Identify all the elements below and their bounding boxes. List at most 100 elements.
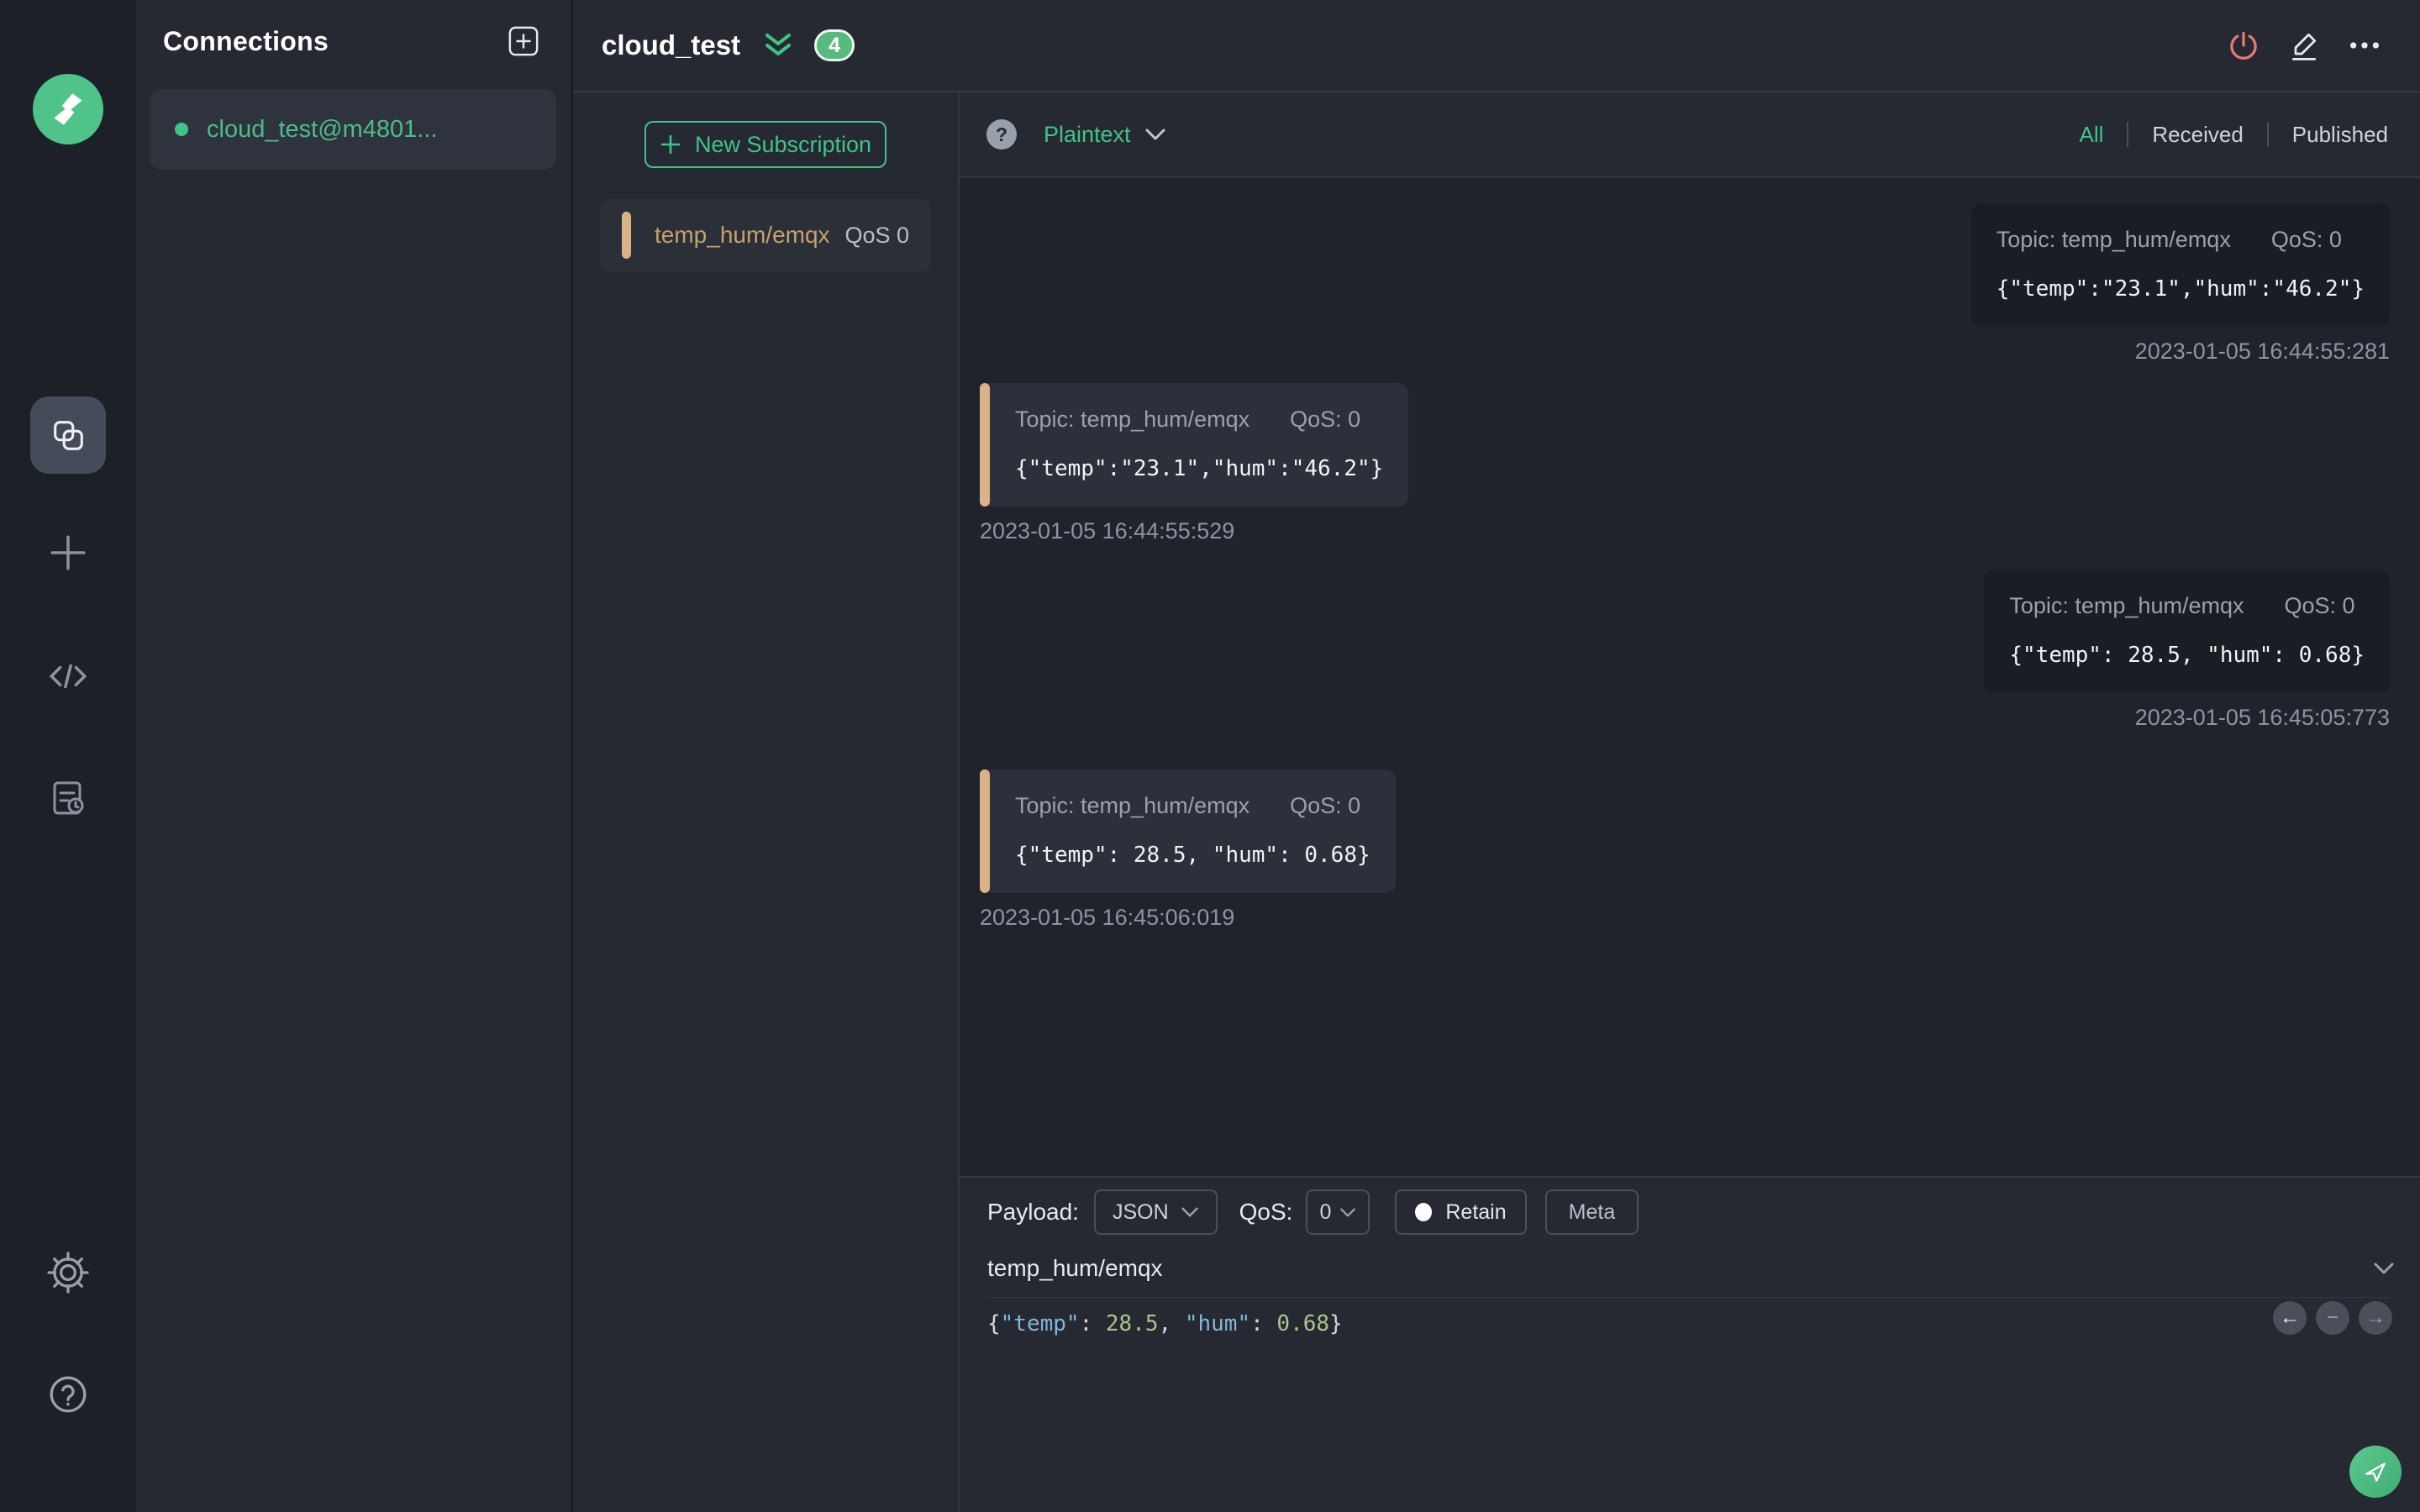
mqttx-logo bbox=[33, 74, 103, 144]
script-code-icon bbox=[47, 655, 89, 697]
subscription-count-badge: 4 bbox=[814, 29, 855, 61]
topic-divider bbox=[987, 1297, 2390, 1298]
filter-published[interactable]: Published bbox=[2269, 122, 2395, 148]
messages-column: ? Plaintext All Received Published Topic… bbox=[960, 92, 2420, 1512]
log-icon bbox=[48, 778, 88, 818]
ellipsis-icon[interactable] bbox=[2346, 27, 2383, 64]
editor-token: "hum" bbox=[1184, 1311, 1251, 1336]
subscription-topic: temp_hum/emqx bbox=[655, 222, 830, 248]
editor-token: : bbox=[1250, 1311, 1277, 1336]
sidebar-item-connections[interactable] bbox=[30, 396, 106, 474]
message-qos: QoS: 0 bbox=[1290, 407, 1361, 432]
editor-token: { bbox=[987, 1311, 1001, 1336]
filter-received[interactable]: Received bbox=[2128, 122, 2266, 148]
arrow-left-icon[interactable]: ← bbox=[2273, 1301, 2307, 1335]
message-payload: {"temp": 28.5, "hum": 0.68} bbox=[1015, 843, 1370, 868]
message-timestamp: 2023-01-05 16:44:55:281 bbox=[2134, 339, 2390, 364]
message-timestamp: 2023-01-05 16:45:06:019 bbox=[980, 905, 1235, 930]
connections-header: Connections bbox=[136, 0, 571, 57]
main-area: cloud_test 4 New Subscription temp_hum/e… bbox=[573, 0, 2420, 1512]
plus-square-icon[interactable] bbox=[508, 25, 539, 57]
new-subscription-label: New Subscription bbox=[694, 131, 872, 157]
chevron-down-icon bbox=[1145, 129, 1165, 140]
payload-format-select[interactable]: Plaintext bbox=[1044, 122, 1166, 148]
payload-format-current: JSON bbox=[1112, 1200, 1169, 1224]
plus-icon bbox=[660, 134, 681, 155]
main-body: New Subscription temp_hum/emqx QoS 0 ? P… bbox=[573, 92, 2420, 1512]
sidebar-item-settings[interactable] bbox=[43, 1247, 93, 1298]
message-topic: Topic: temp_hum/emqx bbox=[1015, 793, 1250, 818]
topic-input[interactable]: temp_hum/emqx bbox=[987, 1255, 2373, 1282]
connections-panel: Connections cloud_test@m4801... bbox=[136, 0, 573, 1512]
edit-pencil-icon[interactable] bbox=[2286, 27, 2323, 64]
message-qos: QoS: 0 bbox=[2284, 593, 2355, 618]
payload-format-dropdown[interactable]: JSON bbox=[1093, 1189, 1218, 1235]
connections-icon bbox=[49, 416, 87, 454]
subscription-color-marker bbox=[622, 212, 631, 259]
connection-title: cloud_test bbox=[602, 29, 741, 60]
message-qos: QoS: 0 bbox=[2270, 227, 2342, 252]
subscription-item[interactable]: temp_hum/emqx QoS 0 bbox=[600, 199, 931, 271]
power-icon[interactable] bbox=[2225, 27, 2262, 64]
chevron-down-icon[interactable] bbox=[2373, 1262, 2395, 1275]
message-bubble: Topic: temp_hum/emqx QoS: 0 {"temp":"23.… bbox=[980, 383, 1409, 507]
message-filters: All Received Published bbox=[2055, 122, 2395, 148]
qos-dropdown[interactable]: 0 bbox=[1306, 1189, 1370, 1235]
editor-token: } bbox=[1329, 1311, 1343, 1336]
payload-format-value: Plaintext bbox=[1044, 121, 1131, 147]
message-payload: {"temp": 28.5, "hum": 0.68} bbox=[2009, 643, 2365, 668]
message-list[interactable]: Topic: temp_hum/emqx QoS: 0 {"temp":"23.… bbox=[960, 178, 2420, 1176]
message-payload: {"temp":"23.1","hum":"46.2"} bbox=[1996, 276, 2365, 302]
sidebar-item-help[interactable] bbox=[43, 1369, 93, 1420]
qos-current: 0 bbox=[1319, 1200, 1332, 1224]
message-topic: Topic: temp_hum/emqx bbox=[1996, 227, 2231, 252]
published-message: Topic: temp_hum/emqx QoS: 0 {"temp":"23.… bbox=[1970, 203, 2390, 365]
received-color-bar bbox=[980, 383, 990, 507]
editor-token: , bbox=[1158, 1311, 1185, 1336]
message-history-nav: ← − → bbox=[2273, 1301, 2392, 1335]
send-button[interactable] bbox=[2349, 1446, 2402, 1498]
send-icon bbox=[2365, 1462, 2386, 1482]
mqttx-app-window: Connections cloud_test@m4801... cloud_te… bbox=[0, 0, 2420, 1512]
message-bubble: Topic: temp_hum/emqx QoS: 0 {"temp": 28.… bbox=[1984, 570, 2390, 693]
connections-title: Connections bbox=[163, 25, 329, 56]
arrow-right-icon[interactable]: → bbox=[2359, 1301, 2392, 1335]
message-topic: Topic: temp_hum/emqx bbox=[2009, 593, 2244, 618]
minus-icon[interactable]: − bbox=[2316, 1301, 2349, 1335]
message-bubble: Topic: temp_hum/emqx QoS: 0 {"temp":"23.… bbox=[1970, 203, 2390, 327]
payload-editor[interactable]: {"temp": 28.5, "hum": 0.68} bbox=[987, 1311, 2390, 1336]
publish-controls: Payload: JSON QoS: 0 Retain Meta bbox=[987, 1189, 2390, 1235]
connection-status-dot bbox=[175, 123, 188, 136]
editor-token: : bbox=[1079, 1311, 1106, 1336]
sidebar-item-log[interactable] bbox=[43, 773, 93, 823]
editor-token: "temp" bbox=[1000, 1311, 1080, 1336]
new-connection-plus-icon bbox=[47, 532, 89, 574]
subscription-qos: QoS 0 bbox=[844, 222, 909, 248]
topic-input-row: temp_hum/emqx bbox=[987, 1255, 2394, 1282]
payload-label: Payload: bbox=[987, 1199, 1079, 1225]
connection-list-item[interactable]: cloud_test@m4801... bbox=[150, 89, 556, 170]
sidebar-item-new-connection[interactable] bbox=[43, 528, 93, 578]
message-qos: QoS: 0 bbox=[1290, 793, 1361, 818]
meta-button[interactable]: Meta bbox=[1544, 1189, 1639, 1235]
published-message: Topic: temp_hum/emqx QoS: 0 {"temp": 28.… bbox=[1984, 570, 2390, 731]
chevron-down-icon bbox=[1340, 1208, 1356, 1216]
help-question-icon bbox=[47, 1373, 89, 1415]
filter-all[interactable]: All bbox=[2055, 122, 2127, 148]
retain-toggle[interactable]: Retain bbox=[1395, 1189, 1527, 1235]
chevron-down-icon bbox=[1181, 1207, 1198, 1217]
subscriptions-column: New Subscription temp_hum/emqx QoS 0 bbox=[573, 92, 960, 1512]
received-color-bar bbox=[980, 769, 990, 893]
publish-panel: Payload: JSON QoS: 0 Retain Meta temp_hu… bbox=[960, 1176, 2420, 1512]
double-chevron-down-icon[interactable] bbox=[762, 31, 794, 60]
message-topic: Topic: temp_hum/emqx bbox=[1015, 407, 1250, 432]
sidebar-item-script[interactable] bbox=[43, 651, 93, 701]
message-timestamp: 2023-01-05 16:45:05:773 bbox=[2134, 705, 2390, 730]
settings-gear-icon bbox=[47, 1252, 89, 1294]
new-subscription-button[interactable]: New Subscription bbox=[644, 121, 886, 168]
message-payload: {"temp":"23.1","hum":"46.2"} bbox=[1015, 456, 1384, 481]
question-circle-icon[interactable]: ? bbox=[986, 119, 1017, 150]
messages-toolbar: ? Plaintext All Received Published bbox=[960, 92, 2420, 178]
received-message: Topic: temp_hum/emqx QoS: 0 {"temp":"23.… bbox=[980, 383, 1409, 544]
message-timestamp: 2023-01-05 16:44:55:529 bbox=[980, 518, 1235, 543]
